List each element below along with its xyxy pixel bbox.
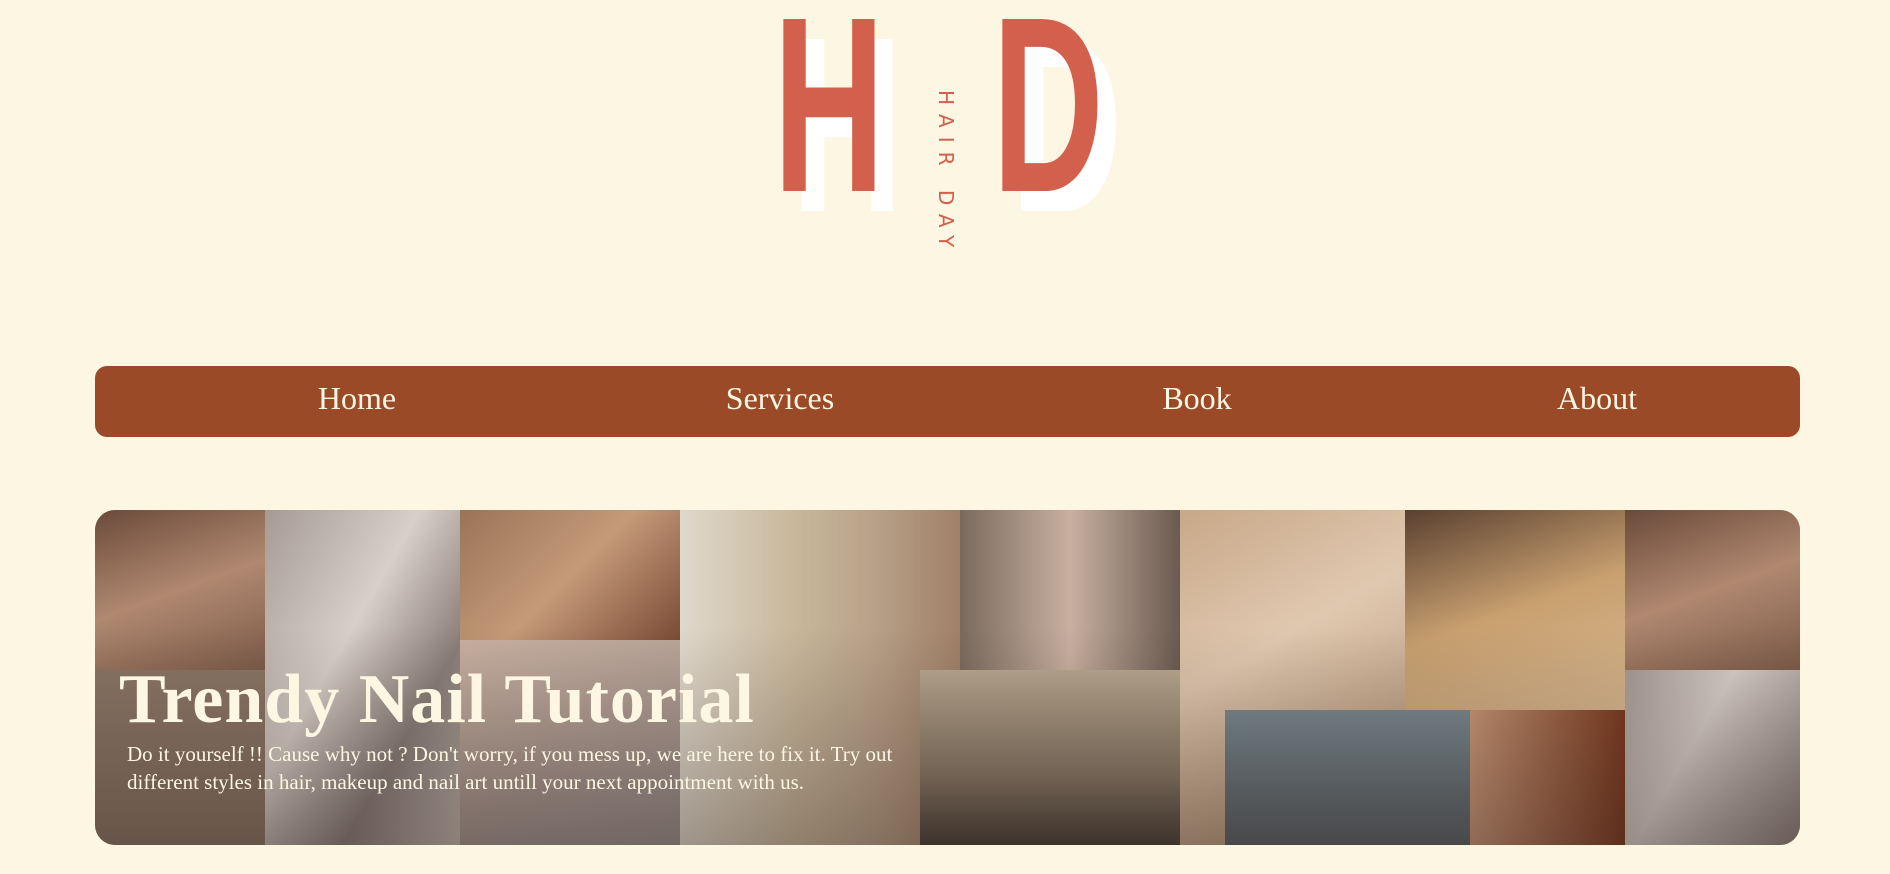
nav-home[interactable]: Home: [318, 380, 396, 417]
main-nav: Home Services Book About: [95, 366, 1800, 437]
nav-book[interactable]: Book: [1162, 380, 1231, 417]
hero-description: Do it yourself !! Cause why not ? Don't …: [127, 742, 893, 794]
hero-title: Trendy Nail Tutorial: [119, 661, 755, 738]
nav-about[interactable]: About: [1557, 380, 1637, 417]
nav-services[interactable]: Services: [726, 380, 834, 417]
logo-text: HAIR DAY: [934, 90, 958, 257]
logo-letter-d: DD: [992, 0, 1123, 264]
hero-banner[interactable]: Trendy Nail Tutorial Do it yourself !! C…: [95, 510, 1800, 845]
logo-letter-h: HH: [773, 0, 904, 264]
